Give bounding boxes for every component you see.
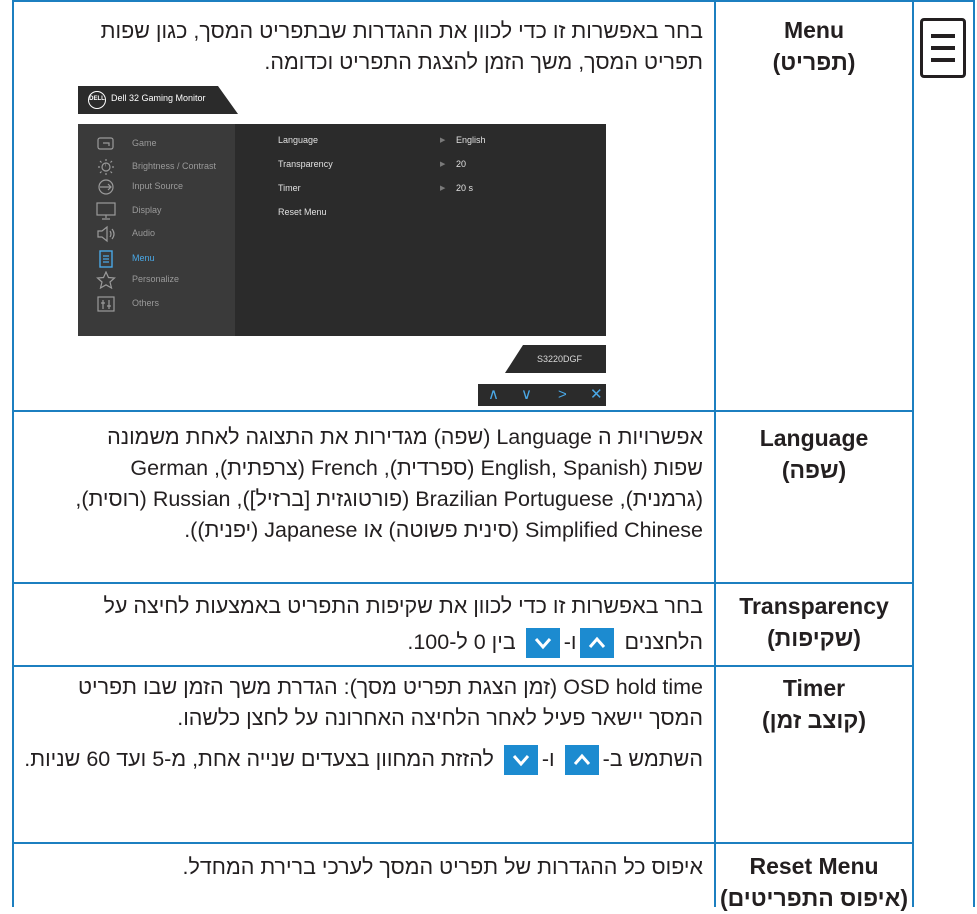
- dell-logo: DELL: [88, 91, 106, 109]
- nav-right-icon[interactable]: >: [558, 386, 567, 404]
- osd-option-reset-menu[interactable]: Reset Menu: [278, 207, 327, 217]
- menu-icon: [920, 18, 966, 78]
- input-source-icon: [98, 179, 114, 195]
- osd-sidebar-item-game[interactable]: Game: [78, 134, 235, 154]
- reset-row-label: Reset Menu (איפוס התפריטים): [716, 850, 912, 914]
- osd-option-language[interactable]: Language: [278, 135, 318, 145]
- table-border: [12, 582, 913, 584]
- reset-label-he: (איפוס התפריטים): [720, 885, 908, 911]
- timer-row-label: Timer (קוצב זמן): [716, 672, 912, 736]
- arrow-right-icon: ▶: [440, 137, 446, 144]
- osd-value-transparency: 20: [456, 159, 467, 169]
- osd-sidebar-label: Audio: [132, 228, 156, 238]
- osd-header: DELL Dell 32 Gaming Monitor: [78, 86, 238, 114]
- osd-title: Dell 32 Gaming Monitor: [111, 93, 206, 103]
- table-border: [973, 0, 975, 907]
- osd-sidebar-label: Brightness / Contrast: [132, 161, 217, 171]
- osd-sidebar-item-display[interactable]: Display: [78, 201, 235, 221]
- osd-sidebar-label: Input Source: [132, 181, 184, 191]
- language-row-label: Language (שפה): [716, 422, 912, 486]
- osd-sidebar-item-audio[interactable]: Audio: [78, 224, 235, 244]
- osd-sidebar-label: Personalize: [132, 274, 180, 284]
- osd-sidebar-label: Display: [132, 205, 162, 215]
- osd-sidebar-label: Menu: [132, 253, 155, 263]
- menu-row-label: Menu (תפריט): [716, 14, 912, 78]
- display-icon: [96, 202, 116, 220]
- menu-label-he: (תפריט): [772, 49, 856, 75]
- timer-label-he: (קוצב זמן): [762, 707, 866, 733]
- star-icon: [96, 271, 116, 289]
- timer-text-and: ו-: [541, 747, 555, 771]
- reset-description: איפוס כל ההגדרות של תפריט המסך לערכי ברי…: [40, 852, 703, 883]
- transparency-text-after: בין 0 ל-100.: [407, 630, 516, 654]
- menu-description: בחר באפשרות זו כדי לכוון את ההגדרות שבתפ…: [78, 16, 703, 78]
- osd-sidebar-label: Game: [132, 138, 157, 148]
- brightness-icon: [98, 159, 114, 175]
- timer-label-en: Timer: [782, 675, 846, 701]
- nav-down-icon[interactable]: ∨: [521, 386, 532, 404]
- arrow-right-icon: ▶: [440, 185, 446, 192]
- down-button-icon: [525, 628, 560, 659]
- osd-value-timer: 20 s: [456, 183, 474, 193]
- osd-value-language: English: [456, 135, 486, 145]
- audio-icon: [97, 225, 115, 243]
- osd-nav-bar: ∧ ∨ > ✕: [478, 384, 606, 406]
- language-description: אפשרויות ה Language (שפה) מגדירות את התצ…: [60, 422, 703, 546]
- menu-icon: [99, 250, 113, 268]
- timer-text-before: השתמש ב-: [602, 747, 703, 771]
- down-button-icon: [503, 745, 538, 776]
- osd-model-tag: S3220DGF: [505, 345, 606, 373]
- osd-sidebar-item-personalize[interactable]: Personalize: [78, 270, 235, 290]
- osd-sidebar: Game Brightness / Contrast Input Source …: [78, 124, 235, 336]
- osd-sidebar-item-menu[interactable]: Menu: [78, 249, 235, 269]
- menu-description-text: בחר באפשרות זו כדי לכוון את ההגדרות שבתפ…: [100, 19, 703, 74]
- reset-label-en: Reset Menu: [749, 853, 879, 879]
- osd-sidebar-label: Others: [132, 298, 160, 308]
- others-icon: [97, 296, 115, 312]
- transparency-label-he: (שקיפות): [767, 625, 861, 651]
- menu-label-en: Menu: [783, 17, 845, 43]
- osd-menu-documentation-table: Menu (תפריט) בחר באפשרות זו כדי לכוון את…: [0, 0, 977, 911]
- transparency-row-label: Transparency (שקיפות): [716, 590, 912, 654]
- table-border: [12, 410, 913, 412]
- table-border: [912, 0, 914, 907]
- arrow-right-icon: ▶: [440, 161, 446, 168]
- timer-text-after: להזזת המחוון בצעדים שנייה אחת, מ-5 ועד 6…: [24, 747, 494, 771]
- reset-description-text: איפוס כל ההגדרות של תפריט המסך לערכי ברי…: [182, 855, 703, 879]
- language-description-text: אפשרויות ה Language (שפה) מגדירות את התצ…: [75, 425, 703, 542]
- timer-description-text-1: OSD hold time (זמן הצגת תפריט מסך): הגדר…: [77, 675, 703, 730]
- table-border: [12, 0, 974, 2]
- up-button-icon: [564, 745, 599, 776]
- transparency-description: בחר באפשרות זו כדי לכוון את שקיפות התפרי…: [20, 588, 703, 660]
- up-button-icon: [580, 628, 615, 659]
- transparency-text-and: ו-: [563, 630, 577, 654]
- game-icon: [97, 137, 114, 150]
- language-label-he: (שפה): [781, 457, 847, 483]
- timer-description-text-2: השתמש ב- ו- להזזת המחוון בצעדים שנייה אח…: [20, 742, 703, 776]
- osd-sidebar-item-input-source[interactable]: Input Source: [78, 177, 235, 197]
- osd-option-transparency[interactable]: Transparency: [278, 159, 333, 169]
- language-label-en: Language: [759, 425, 869, 451]
- nav-close-icon[interactable]: ✕: [590, 386, 603, 404]
- osd-sidebar-item-others[interactable]: Others: [78, 294, 235, 314]
- osd-sidebar-item-brightness[interactable]: Brightness / Contrast: [78, 157, 235, 177]
- nav-up-icon[interactable]: ∧: [488, 386, 499, 404]
- transparency-label-en: Transparency: [739, 593, 889, 619]
- osd-option-timer[interactable]: Timer: [278, 183, 301, 193]
- table-border: [12, 0, 14, 907]
- transparency-description-text: בחר באפשרות זו כדי לכוון את שקיפות התפרי…: [20, 588, 703, 660]
- timer-description: OSD hold time (זמן הצגת תפריט מסך): הגדר…: [20, 672, 703, 776]
- table-border: [12, 665, 913, 667]
- osd-model-name: S3220DGF: [537, 354, 583, 364]
- osd-window: Game Brightness / Contrast Input Source …: [78, 124, 606, 336]
- table-border: [12, 842, 913, 844]
